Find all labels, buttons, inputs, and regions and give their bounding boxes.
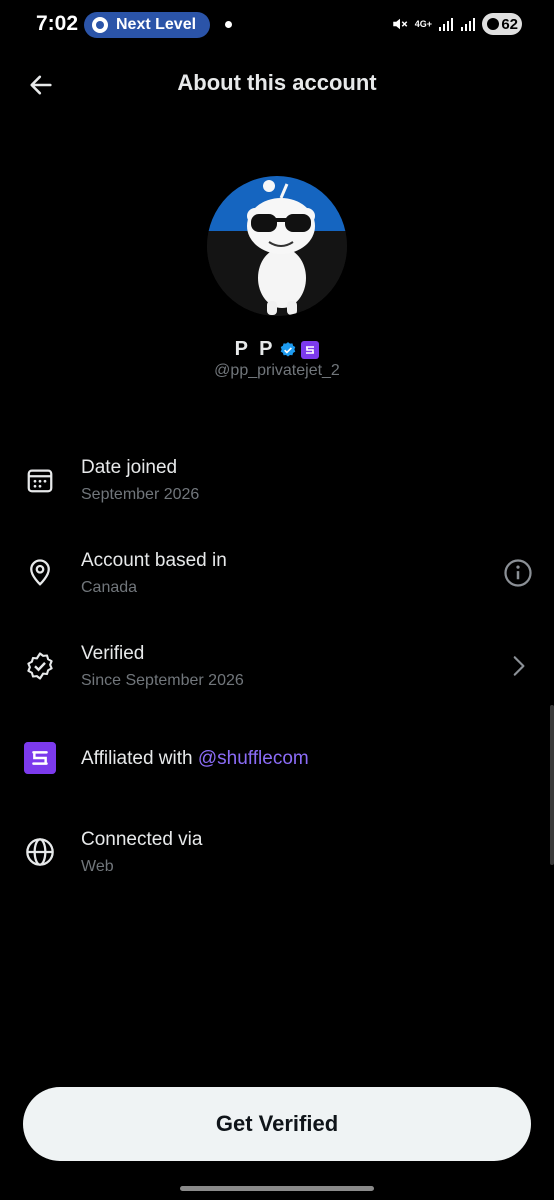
status-bar: 7:02 Next Level 4G+ 62 xyxy=(0,0,554,50)
pill-text: Next Level xyxy=(116,16,197,33)
get-verified-button[interactable]: Get Verified xyxy=(23,1087,531,1161)
info-icon xyxy=(504,559,532,587)
row-title: Date joined xyxy=(81,457,178,478)
row-subtitle: Since September 2026 xyxy=(81,672,244,689)
row-subtitle: September 2026 xyxy=(81,486,200,503)
account-based-in-row: Account based in Canada xyxy=(0,545,554,615)
display-name: P P xyxy=(234,338,276,360)
location-pin-icon xyxy=(24,557,56,589)
row-title: Account based in xyxy=(81,550,227,571)
page-title: About this account xyxy=(177,70,377,95)
verified-badge-icon xyxy=(24,650,56,682)
signal-icon-2 xyxy=(461,18,475,31)
chevron-right-icon xyxy=(502,650,534,682)
scrollbar[interactable] xyxy=(550,705,554,865)
mute-icon xyxy=(392,18,408,30)
username-handle: @pp_privatejet_2 xyxy=(214,362,340,379)
row-title: Verified xyxy=(81,643,145,664)
row-title: Connected via xyxy=(81,829,203,850)
connected-via-row: Connected via Web xyxy=(0,824,554,894)
calendar-icon xyxy=(24,464,56,496)
verified-row[interactable]: Verified Since September 2026 xyxy=(0,638,554,708)
home-indicator[interactable] xyxy=(180,1186,374,1191)
affiliate-mention-link[interactable]: @shufflecom xyxy=(198,748,309,769)
status-icons: 4G+ 62 xyxy=(391,13,522,35)
affiliated-text: Affiliated with @shufflecom xyxy=(81,748,309,770)
chrome-media-pill[interactable]: Next Level xyxy=(84,12,210,38)
row-subtitle: Web xyxy=(81,858,114,875)
affiliated-row: Affiliated with @shufflecom xyxy=(0,740,554,810)
status-time: 7:02 xyxy=(36,12,79,35)
row-subtitle: Canada xyxy=(81,579,138,596)
signal-icon xyxy=(439,18,453,31)
header: About this account xyxy=(0,60,554,108)
affiliate-badge-icon xyxy=(301,340,320,359)
avatar[interactable] xyxy=(207,176,347,316)
battery-indicator: 62 xyxy=(482,13,522,35)
chrome-icon xyxy=(92,17,108,33)
shuffle-logo-icon xyxy=(24,742,56,774)
name-row: P P xyxy=(0,338,554,361)
globe-icon xyxy=(24,836,56,868)
notification-dot-icon xyxy=(225,21,232,28)
info-button[interactable] xyxy=(502,557,534,589)
date-joined-row: Date joined September 2026 xyxy=(0,452,554,522)
avatar-image xyxy=(207,176,347,316)
verified-checkmark-icon xyxy=(281,341,296,357)
battery-level: 62 xyxy=(501,15,518,33)
affiliated-prefix: Affiliated with xyxy=(81,748,198,769)
network-type: 4G+ xyxy=(414,18,432,29)
